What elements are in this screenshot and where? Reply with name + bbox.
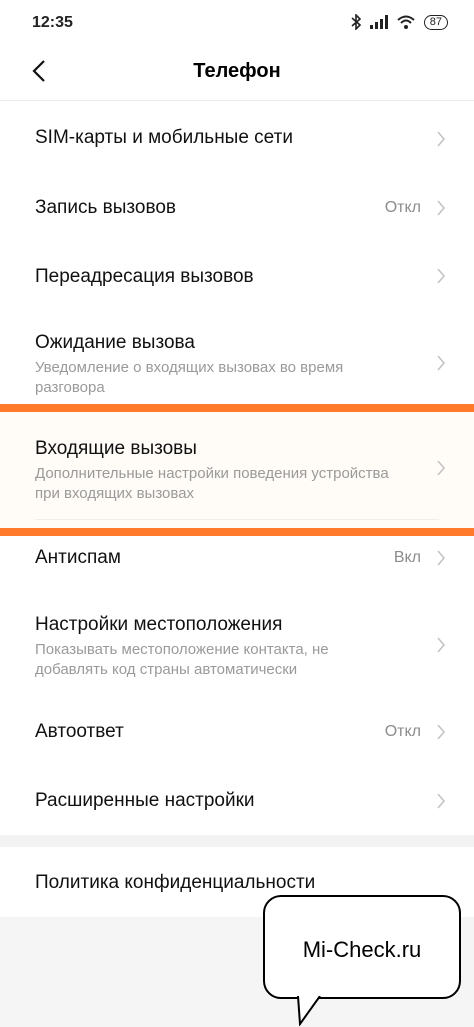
row-advanced-settings[interactable]: Расширенные настройки: [0, 766, 474, 835]
row-label: Настройки местоположения: [35, 614, 283, 635]
signal-icon: [369, 15, 388, 29]
row-sim-cards[interactable]: SIM-карты и мобильные сети: [0, 105, 474, 171]
row-label: Переадресация вызовов: [35, 266, 254, 287]
row-label: Входящие вызовы: [35, 438, 197, 459]
row-label: Политика конфиденциальности: [35, 872, 316, 893]
watermark-tail: [297, 996, 321, 1026]
chevron-right-icon: [437, 724, 446, 740]
row-label: SIM-карты и мобильные сети: [35, 127, 293, 148]
row-value: Откл: [384, 723, 421, 740]
row-call-recording[interactable]: Запись вызовов Откл: [0, 172, 474, 242]
row-call-forwarding[interactable]: Переадресация вызовов: [0, 242, 474, 310]
row-description: Показывать местоположение контакта, не д…: [35, 641, 329, 678]
row-label: Антиспам: [35, 547, 121, 568]
row-description: Уведомление о входящих вызовах во время …: [35, 359, 344, 396]
row-label: Автоответ: [35, 721, 124, 742]
row-antispam[interactable]: Антиспам Вкл: [0, 537, 474, 583]
row-incoming-calls[interactable]: Входящие вызовы Дополнительные настройки…: [0, 412, 474, 520]
row-call-waiting[interactable]: Ожидание вызова Уведомление о входящих в…: [0, 312, 474, 404]
chevron-right-icon: [437, 793, 446, 809]
watermark-text: Mi-Check.ru: [302, 937, 422, 962]
chevron-right-icon: [437, 200, 446, 216]
watermark-bubble: Mi-Check.ru: [263, 895, 461, 999]
row-label: Расширенные настройки: [35, 790, 255, 811]
status-icons: 87: [351, 13, 448, 31]
section-gap: [0, 835, 474, 847]
row-auto-answer[interactable]: Автоответ Откл: [0, 698, 474, 766]
page-title: Телефон: [193, 60, 281, 82]
chevron-right-icon: [437, 460, 446, 476]
bluetooth-icon: [351, 14, 361, 30]
battery-icon: 87: [423, 14, 448, 30]
chevron-right-icon: [437, 550, 446, 566]
row-label: Ожидание вызова: [35, 332, 195, 353]
chevron-right-icon: [437, 131, 446, 147]
chevron-right-icon: [437, 637, 446, 653]
divider: [35, 519, 439, 520]
status-time: 12:35: [32, 14, 73, 31]
wifi-icon: [397, 15, 415, 29]
row-label: Запись вызовов: [35, 197, 176, 218]
chevron-right-icon: [437, 268, 446, 284]
row-description: Дополнительные настройки поведения устро…: [35, 465, 389, 502]
status-bar: 12:35 87: [0, 0, 474, 44]
row-location-settings[interactable]: Настройки местоположения Показывать мест…: [0, 592, 474, 694]
chevron-right-icon: [437, 355, 446, 371]
row-value: Вкл: [393, 549, 421, 566]
row-value: Откл: [384, 199, 421, 216]
header: Телефон: [0, 44, 474, 100]
